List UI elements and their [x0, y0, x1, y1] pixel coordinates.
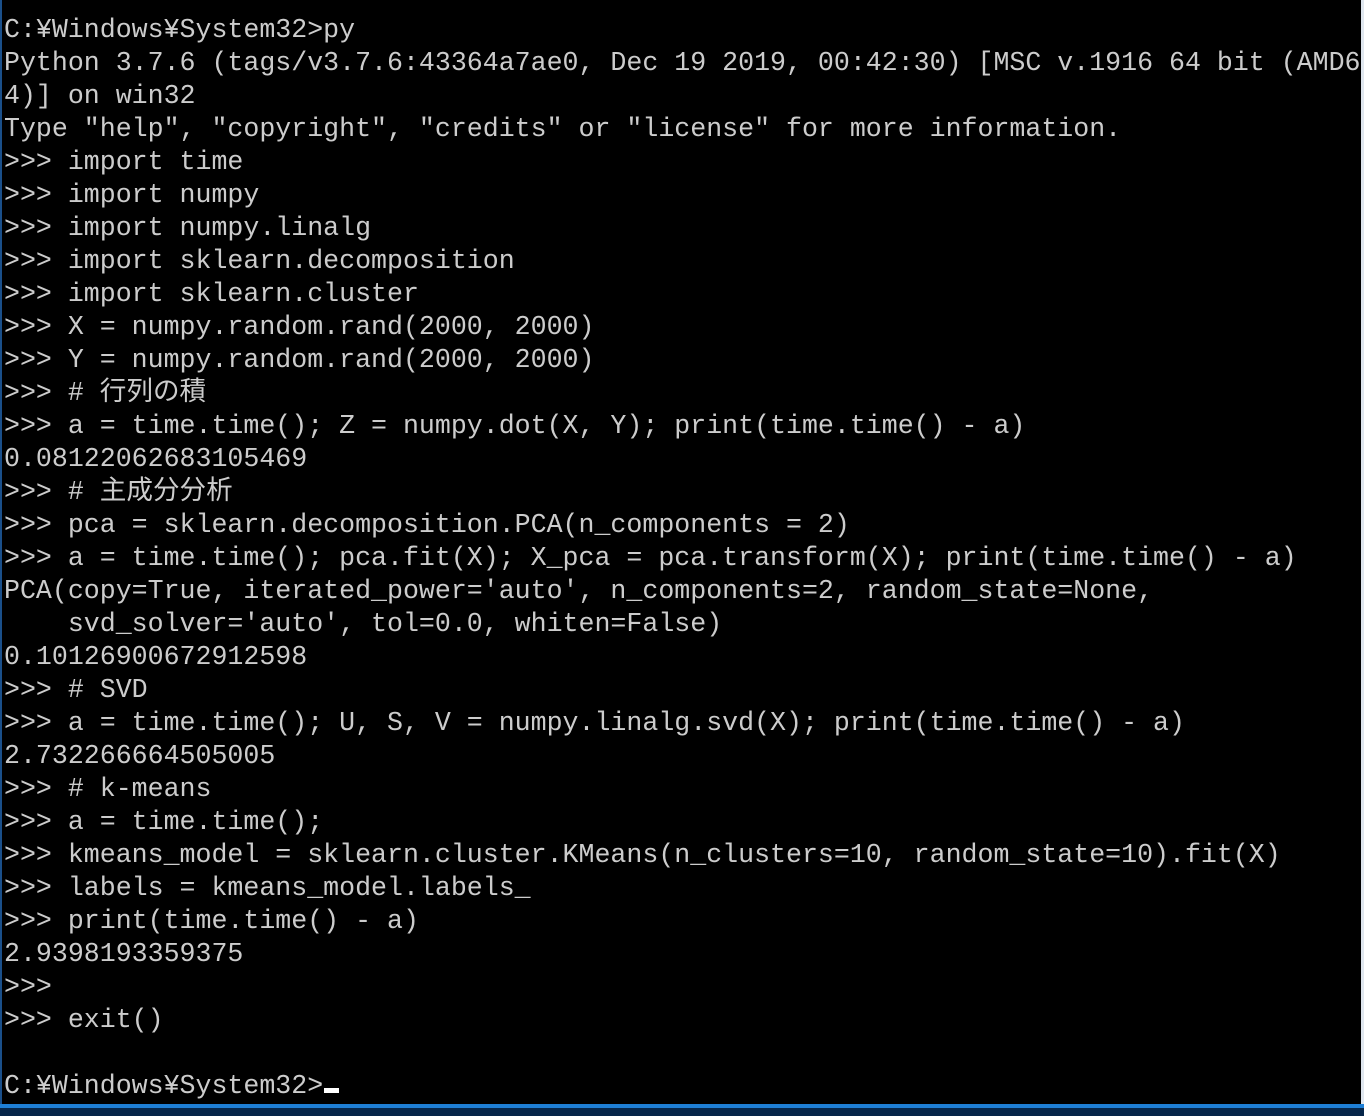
console-line: >>> labels = kmeans_model.labels_: [4, 873, 531, 903]
console-line: 0.08122062683105469: [4, 444, 308, 474]
console-line: >>> # 主成分分析: [4, 477, 233, 507]
console-line: >>> import numpy: [4, 180, 260, 210]
console-line: >>> import numpy.linalg: [4, 213, 372, 243]
console-line: >>> a = time.time(); Z = numpy.dot(X, Y)…: [4, 411, 1026, 441]
console-line: >>> print(time.time() - a): [4, 906, 419, 936]
console-line: >>> X = numpy.random.rand(2000, 2000): [4, 312, 595, 342]
console-line: >>> # 行列の積: [4, 378, 207, 408]
console-line: >>> kmeans_model = sklearn.cluster.KMean…: [4, 840, 1281, 870]
console-line: Python 3.7.6 (tags/v3.7.6:43364a7ae0, De…: [4, 48, 1361, 78]
console-line: >>> import sklearn.cluster: [4, 279, 419, 309]
console-line: svd_solver='auto', tol=0.0, whiten=False…: [4, 609, 723, 639]
console-line: >>> # k-means: [4, 774, 212, 804]
console-line: 2.732266664505005: [4, 741, 276, 771]
console-line: C:¥Windows¥System32>py: [4, 15, 356, 45]
console-line: >>> a = time.time(); U, S, V = numpy.lin…: [4, 708, 1185, 738]
console-line: >>> a = time.time(); pca.fit(X); X_pca =…: [4, 543, 1297, 573]
text-cursor: [324, 1088, 340, 1093]
console-line: >>> pca = sklearn.decomposition.PCA(n_co…: [4, 510, 850, 540]
console-line: >>> import sklearn.decomposition: [4, 246, 515, 276]
console-output: C:¥Windows¥System32>py Python 3.7.6 (tags…: [4, 14, 1361, 1103]
console-line: 0.10126900672912598: [4, 642, 308, 672]
console-line: >>> import time: [4, 147, 244, 177]
console-window[interactable]: C:¥Windows¥System32>py Python 3.7.6 (tags…: [0, 0, 1361, 1104]
console-line: PCA(copy=True, iterated_power='auto', n_…: [4, 576, 1154, 606]
console-line: >>> # SVD: [4, 675, 148, 705]
taskbar: [0, 1108, 1364, 1116]
console-line: >>> Y = numpy.random.rand(2000, 2000): [4, 345, 595, 375]
console-line: >>>: [4, 972, 52, 1002]
console-line: Type ″help″, ″copyright″, ″credits″ or ″…: [4, 114, 1122, 144]
console-line: 4)] on win32: [4, 81, 196, 111]
console-line: 2.9398193359375: [4, 939, 244, 969]
console-line: C:¥Windows¥System32>: [4, 1070, 1361, 1103]
console-line: >>> exit(): [4, 1005, 164, 1035]
console-line: >>> a = time.time();: [4, 807, 324, 837]
